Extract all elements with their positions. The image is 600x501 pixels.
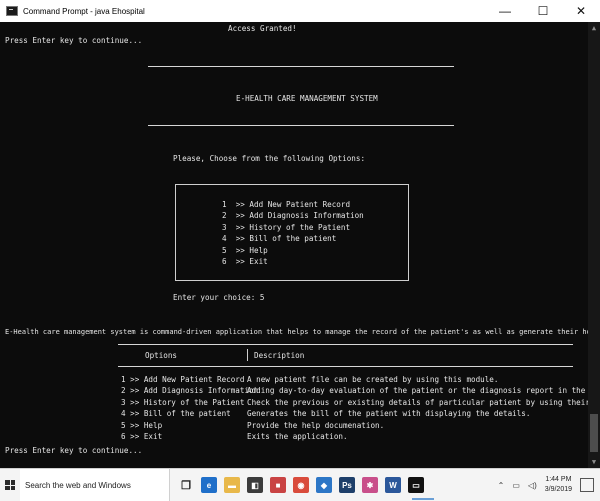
window-title: Command Prompt - java Ehospital (23, 6, 145, 16)
help-table-top-rule (118, 344, 573, 345)
file-explorer-icon[interactable]: ▬ (224, 477, 240, 493)
help-row-option: 4 >> Bill of the patient (121, 409, 231, 418)
window-title-bar: Command Prompt - java Ehospital — ☐ ✕ (0, 0, 600, 23)
title-top-rule (148, 66, 454, 67)
show-hidden-icons-icon[interactable]: ⌃ (498, 481, 505, 490)
scroll-up-arrow-icon[interactable]: ▲ (588, 22, 600, 34)
word-icon[interactable]: W (385, 477, 401, 493)
help-intro: E-Health care management system is comma… (5, 328, 588, 336)
scroll-thumb[interactable] (590, 414, 598, 452)
menu-item: 2 >> Add Diagnosis Information (222, 211, 364, 220)
help-row-description: Check the previous or existing details o… (247, 398, 588, 407)
windows-logo-icon (5, 480, 15, 490)
start-button[interactable] (0, 469, 20, 501)
app-blue-icon[interactable]: ◆ (316, 477, 332, 493)
search-placeholder: Search the web and Windows (25, 480, 131, 490)
help-row-description: A new patient file can be created by usi… (247, 375, 499, 384)
press-enter-text: Press Enter key to continue... (5, 36, 143, 45)
choose-prompt: Please, Choose from the following Option… (173, 154, 366, 163)
press-enter-text-bottom: Press Enter key to continue... (5, 446, 143, 455)
title-bottom-rule (148, 125, 454, 126)
taskbar: Search the web and Windows ❐ e ▬ ◧ ■ ◉ ◆ Ps ✱ W ▭ … (0, 468, 600, 501)
chrome-icon[interactable]: ◉ (293, 477, 309, 493)
help-row-option: 6 >> Exit (121, 432, 163, 441)
clock-date: 3/9/2019 (544, 486, 572, 493)
system-title: E-HEALTH CARE MANAGEMENT SYSTEM (236, 94, 378, 103)
app-red-icon[interactable]: ■ (270, 477, 286, 493)
clock-time: 1:44 PM (545, 476, 572, 483)
console-output[interactable]: Access Granted! Press Enter key to conti… (0, 22, 588, 468)
menu-item: 5 >> Help (222, 246, 268, 255)
volume-icon[interactable]: ◁) (528, 481, 537, 490)
edge-icon[interactable]: e (201, 477, 217, 493)
console-scrollbar[interactable]: ▲ ▼ (588, 22, 600, 468)
command-prompt-icon[interactable]: ▭ (408, 477, 424, 493)
help-row-option: 2 >> Add Diagnosis Information (121, 386, 259, 395)
action-center-icon[interactable] (580, 478, 594, 492)
help-header-separator (247, 349, 248, 361)
taskbar-search-box[interactable]: Search the web and Windows (20, 469, 170, 501)
access-granted-text: Access Granted! (228, 24, 297, 33)
help-row-description: Adding day-to-day evaluation of the pati… (247, 386, 586, 395)
close-button[interactable]: ✕ (562, 0, 600, 22)
menu-item: 6 >> Exit (222, 257, 268, 266)
help-row-option: 1 >> Add New Patient Record (121, 375, 245, 384)
scroll-down-arrow-icon[interactable]: ▼ (588, 456, 600, 468)
help-table-header-rule (118, 366, 573, 367)
store-icon[interactable]: ◧ (247, 477, 263, 493)
help-row-description: Generates the bill of the patient with d… (247, 409, 531, 418)
help-row-description: Provide the help documenation. (247, 421, 385, 430)
menu-item: 1 >> Add New Patient Record (222, 200, 351, 209)
cmd-icon (6, 6, 18, 16)
help-header-options: Options (145, 351, 178, 360)
photoshop-icon[interactable]: Ps (339, 477, 355, 493)
system-tray: ⌃ ▭ ◁) 1:44 PM 3/9/2019 (498, 469, 600, 501)
maximize-button[interactable]: ☐ (524, 0, 562, 22)
minimize-button[interactable]: — (486, 0, 524, 22)
help-row-option: 3 >> History of the Patient (121, 398, 245, 407)
help-row-description: Exits the application. (247, 432, 348, 441)
choice-line: Enter your choice: 5 (173, 293, 265, 302)
taskbar-clock[interactable]: 1:44 PM 3/9/2019 (545, 475, 572, 495)
network-icon[interactable]: ▭ (512, 481, 520, 490)
help-row-option: 5 >> Help (121, 421, 163, 430)
menu-item: 4 >> Bill of the patient (222, 234, 337, 243)
task-view-icon[interactable]: ❐ (178, 477, 194, 493)
app-pink-icon[interactable]: ✱ (362, 477, 378, 493)
help-header-description: Description (254, 351, 305, 360)
menu-item: 3 >> History of the Patient (222, 223, 351, 232)
